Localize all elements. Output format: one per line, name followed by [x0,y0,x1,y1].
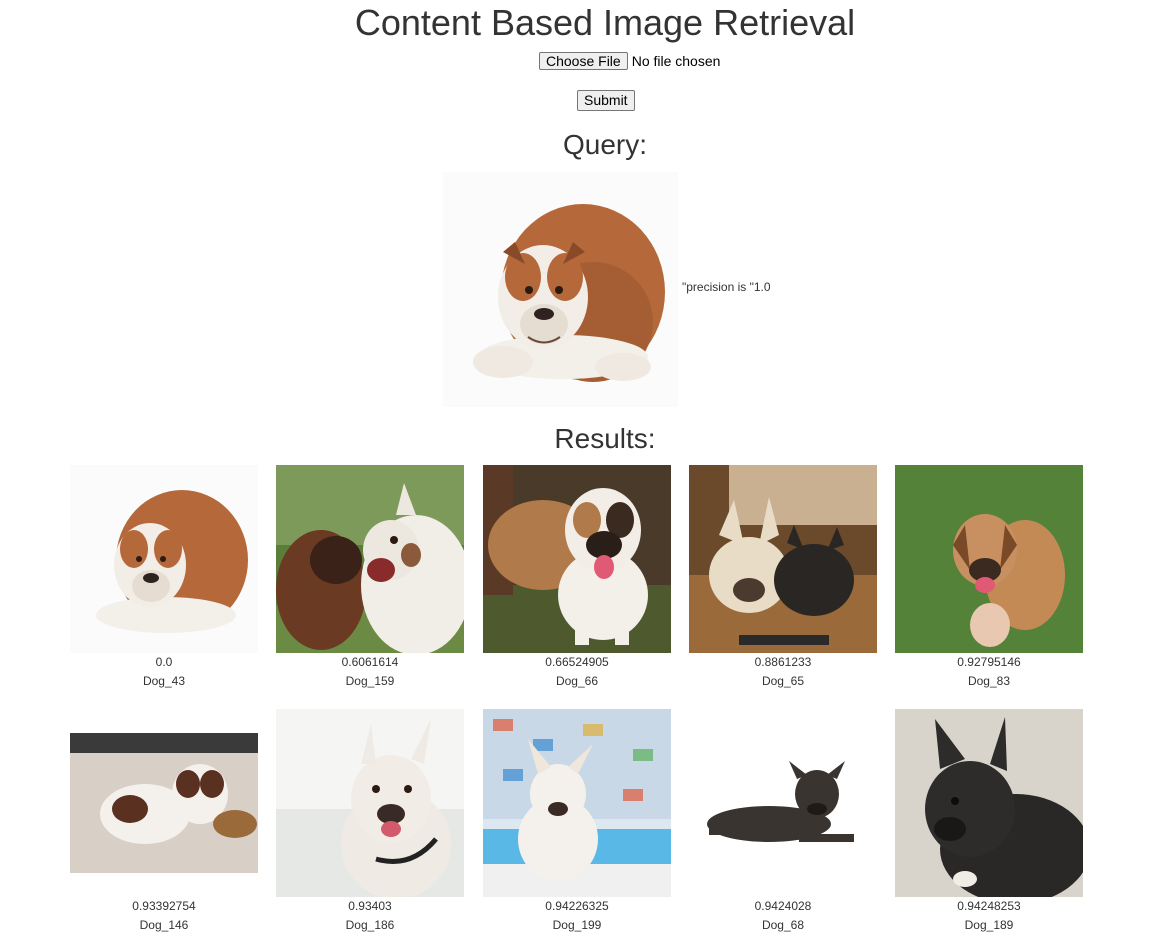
result-label: Dog_146 [139,918,189,932]
result-item[interactable]: 0.9424028 Dog_68 [689,709,877,935]
query-image [443,172,678,407]
result-label: Dog_43 [142,674,186,688]
result-image-dog-43[interactable] [70,465,258,653]
result-image-dog-66[interactable] [483,465,671,653]
result-label: Dog_68 [761,918,805,932]
result-item[interactable]: 0.93403 Dog_186 [276,709,464,935]
file-upload-row: Choose File No file chosen [539,52,720,70]
query-heading: Query: [562,129,648,160]
result-image-dog-146[interactable] [70,709,258,897]
choose-file-button[interactable]: Choose File [539,52,628,70]
page: Content Based Image Retrieval Choose Fil… [0,0,1161,938]
result-label: Dog_189 [964,918,1014,932]
result-image-dog-186[interactable] [276,709,464,897]
result-score: 0.6061614 [341,655,399,669]
result-item[interactable]: 0.92795146 Dog_83 [895,465,1083,691]
precision-text: "precision is "1.0 [682,280,771,294]
result-image-dog-68[interactable] [689,709,877,897]
result-image-dog-159[interactable] [276,465,464,653]
page-title: Content Based Image Retrieval [354,2,856,43]
result-image-dog-83[interactable] [895,465,1083,653]
submit-button[interactable]: Submit [577,90,635,111]
result-item[interactable]: 0.0 Dog_43 [70,465,258,691]
result-item[interactable]: 0.66524905 Dog_66 [483,465,671,691]
result-label: Dog_65 [761,674,805,688]
result-item[interactable]: 0.94226325 Dog_199 [483,709,671,935]
result-score: 0.0 [155,655,173,669]
result-image-dog-189[interactable] [895,709,1083,897]
results-heading: Results: [554,423,656,454]
result-item[interactable]: 0.6061614 Dog_159 [276,465,464,691]
result-label: Dog_83 [967,674,1011,688]
result-label: Dog_159 [345,674,395,688]
result-score: 0.9424028 [754,899,812,913]
result-image-dog-65[interactable] [689,465,877,653]
result-score: 0.93392754 [132,899,196,913]
file-status-text: No file chosen [631,53,721,69]
result-label: Dog_66 [555,674,599,688]
result-score: 0.93403 [348,899,392,913]
result-image-dog-199[interactable] [483,709,671,897]
result-item[interactable]: 0.8861233 Dog_65 [689,465,877,691]
result-score: 0.8861233 [754,655,812,669]
result-label: Dog_199 [552,918,602,932]
result-item[interactable]: 0.93392754 Dog_146 [70,709,258,935]
result-score: 0.94226325 [545,899,609,913]
result-score: 0.94248253 [957,899,1021,913]
result-item[interactable]: 0.94248253 Dog_189 [895,709,1083,935]
result-score: 0.66524905 [545,655,609,669]
result-score: 0.92795146 [957,655,1021,669]
result-label: Dog_186 [345,918,395,932]
